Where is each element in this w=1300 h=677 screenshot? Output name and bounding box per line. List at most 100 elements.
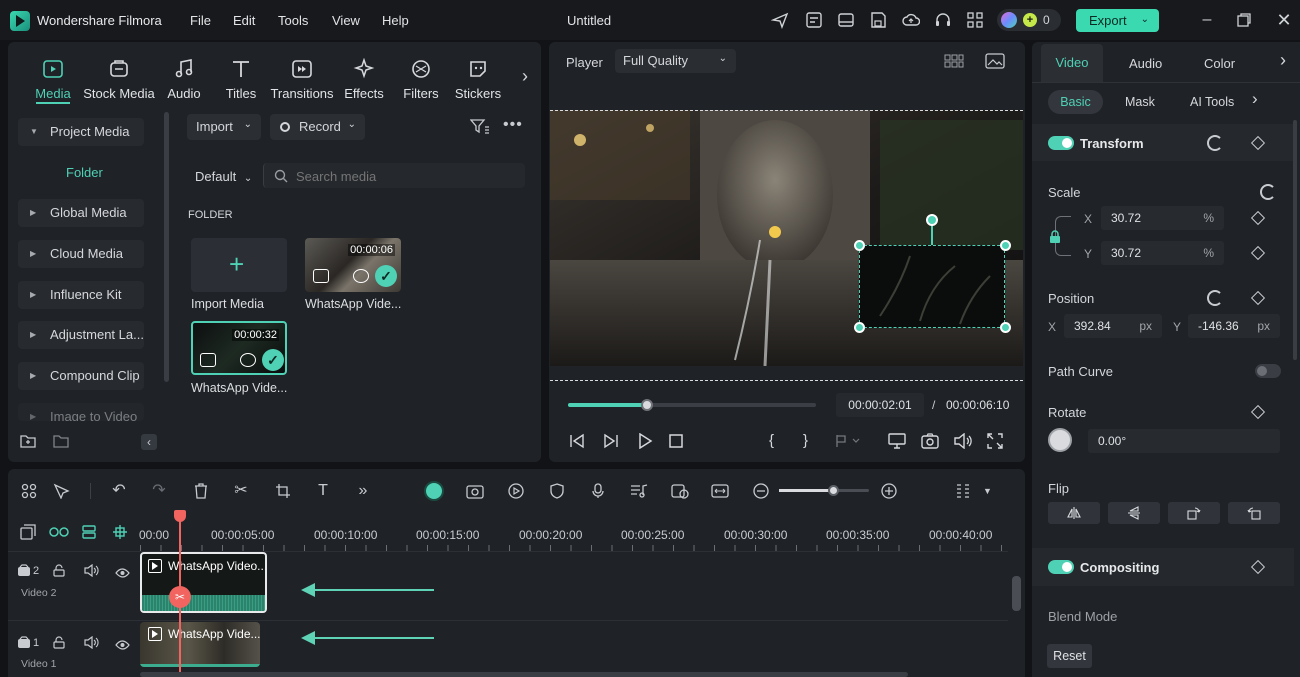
tab-color[interactable]: Color bbox=[1204, 56, 1235, 71]
search-input[interactable] bbox=[296, 167, 516, 185]
sidebar-item-cloud-media[interactable]: ▶ Cloud Media bbox=[18, 240, 144, 268]
mark-in-icon[interactable]: { bbox=[769, 432, 774, 449]
quality-dropdown[interactable]: Full Quality ⌄ bbox=[615, 49, 736, 73]
track-visibility-eye-icon[interactable] bbox=[115, 566, 130, 581]
rotate-counterclockwise-button[interactable] bbox=[1228, 502, 1280, 524]
lock-track-icon[interactable] bbox=[53, 564, 65, 580]
delete-trash-icon[interactable] bbox=[191, 483, 211, 499]
redo-icon[interactable]: ↷ bbox=[149, 483, 169, 499]
sidebar-item-project-media[interactable]: ▼ Project Media bbox=[18, 118, 144, 146]
export-button[interactable]: Export ⌄ bbox=[1076, 9, 1159, 32]
zoom-slider-knob[interactable] bbox=[828, 485, 839, 496]
audio-list-icon[interactable] bbox=[629, 483, 649, 499]
flip-vertical-button[interactable] bbox=[1108, 502, 1160, 524]
menu-file[interactable]: File bbox=[190, 13, 211, 28]
resize-handle-br[interactable] bbox=[1000, 322, 1011, 333]
reset-icon[interactable] bbox=[1260, 184, 1276, 200]
reset-button[interactable]: Reset bbox=[1047, 644, 1092, 668]
transform-toggle[interactable] bbox=[1048, 136, 1074, 150]
resize-handle-bl[interactable] bbox=[854, 322, 865, 333]
sidebar-item-compound-clip[interactable]: ▶ Compound Clip bbox=[18, 362, 144, 390]
position-y-field[interactable]: -146.36 px bbox=[1188, 314, 1280, 338]
overlay-clip-selection[interactable] bbox=[859, 245, 1005, 328]
tab-transitions[interactable]: Transitions bbox=[270, 58, 334, 101]
zoom-in-icon[interactable] bbox=[879, 483, 899, 499]
lock-icon[interactable] bbox=[1049, 230, 1061, 246]
split-marker-icon[interactable]: ✂ bbox=[169, 586, 191, 608]
layout-icon[interactable] bbox=[837, 11, 855, 29]
play-icon[interactable] bbox=[637, 432, 653, 452]
grid-view-icon[interactable] bbox=[944, 54, 964, 71]
menu-view[interactable]: View bbox=[332, 13, 360, 28]
tab-video[interactable]: Video bbox=[1041, 44, 1103, 82]
reset-icon[interactable] bbox=[1207, 135, 1223, 151]
tab-stickers[interactable]: Stickers bbox=[446, 58, 510, 101]
credits-pill[interactable]: + 0 bbox=[997, 9, 1061, 31]
microphone-icon[interactable] bbox=[588, 483, 608, 499]
path-curve-toggle[interactable] bbox=[1255, 364, 1281, 378]
stop-icon[interactable] bbox=[669, 434, 683, 451]
collapse-sidebar-button[interactable]: ‹ bbox=[141, 434, 157, 450]
sort-dropdown[interactable]: Default ⌄ bbox=[195, 169, 252, 184]
ai-mate-icon[interactable] bbox=[424, 481, 444, 501]
mark-out-icon[interactable]: } bbox=[803, 432, 808, 449]
panel-scrollbar[interactable] bbox=[1293, 120, 1297, 360]
crop-icon[interactable] bbox=[273, 483, 293, 499]
new-folder-icon[interactable] bbox=[20, 434, 36, 451]
filter-sort-icon[interactable] bbox=[469, 118, 490, 137]
chevron-down-icon[interactable]: ▼ bbox=[983, 486, 992, 496]
rotate-field[interactable]: 0.00° bbox=[1088, 429, 1280, 453]
next-frame-icon[interactable] bbox=[603, 433, 619, 452]
timeline-layout-icon[interactable] bbox=[953, 483, 973, 499]
media-thumbnail[interactable]: 00:00:06 ✓ bbox=[305, 238, 401, 292]
reset-icon[interactable] bbox=[1207, 290, 1223, 306]
auto-reframe-icon[interactable] bbox=[670, 483, 690, 499]
track-volume-icon[interactable] bbox=[84, 635, 99, 652]
tab-stock-media[interactable]: Stock Media bbox=[83, 58, 155, 101]
timeline-vertical-scrollbar[interactable] bbox=[1012, 576, 1021, 611]
sidebar-item-adjustment-layer[interactable]: ▶ Adjustment La... bbox=[18, 321, 144, 349]
speed-icon[interactable] bbox=[506, 483, 526, 499]
previous-frame-icon[interactable] bbox=[569, 433, 585, 452]
checklist-icon[interactable] bbox=[805, 11, 823, 29]
sidebar-item-global-media[interactable]: ▶ Global Media bbox=[18, 199, 144, 227]
track-volume-icon[interactable] bbox=[84, 563, 99, 580]
subtab-ai-tools[interactable]: AI Tools bbox=[1190, 95, 1234, 109]
tab-audio[interactable]: Audio bbox=[152, 58, 216, 101]
tabs-next-icon[interactable]: › bbox=[1280, 50, 1286, 71]
lock-track-icon[interactable] bbox=[53, 636, 65, 652]
split-scissors-icon[interactable]: ✂ bbox=[231, 483, 251, 499]
subtabs-next-icon[interactable]: › bbox=[1252, 89, 1258, 109]
snap-icon[interactable] bbox=[112, 524, 128, 543]
tab-effects[interactable]: Effects bbox=[332, 58, 396, 101]
record-button[interactable]: Record ⌄ bbox=[270, 114, 365, 140]
resize-handle-tl[interactable] bbox=[854, 240, 865, 251]
restore-icon[interactable] bbox=[1235, 11, 1253, 29]
timeline-horizontal-scrollbar[interactable] bbox=[140, 672, 908, 677]
compositing-toggle[interactable] bbox=[1048, 560, 1074, 574]
marker-flag-icon[interactable] bbox=[835, 434, 861, 451]
zoom-out-icon[interactable] bbox=[751, 483, 771, 499]
resize-handle-tr[interactable] bbox=[1000, 240, 1011, 251]
import-button[interactable]: Import ⌄ bbox=[187, 114, 261, 140]
snapshot-image-icon[interactable] bbox=[985, 53, 1005, 72]
layout-grid-icon[interactable] bbox=[19, 483, 39, 499]
menu-tools[interactable]: Tools bbox=[278, 13, 308, 28]
minimize-icon[interactable]: – bbox=[1198, 11, 1216, 29]
sidebar-scrollbar[interactable] bbox=[164, 112, 169, 382]
tab-media[interactable]: Media bbox=[21, 58, 85, 101]
scale-y-field[interactable]: 30.72% bbox=[1101, 241, 1224, 265]
headset-support-icon[interactable] bbox=[934, 11, 952, 29]
undo-icon[interactable]: ↶ bbox=[109, 483, 129, 499]
scale-x-field[interactable]: 30.72% bbox=[1101, 206, 1224, 230]
rotate-clockwise-button[interactable] bbox=[1168, 502, 1220, 524]
more-tools-icon[interactable]: » bbox=[353, 483, 373, 499]
text-tool-icon[interactable]: T bbox=[313, 483, 333, 499]
sidebar-item-folder[interactable]: Folder bbox=[66, 165, 103, 180]
link-clips-icon[interactable] bbox=[49, 525, 69, 542]
rotate-dial[interactable] bbox=[1048, 428, 1072, 452]
tab-titles[interactable]: Titles bbox=[209, 58, 273, 101]
playback-progress-track[interactable] bbox=[568, 399, 816, 411]
fit-timeline-icon[interactable] bbox=[710, 483, 730, 499]
tabs-scroll-right-icon[interactable]: › bbox=[522, 66, 528, 87]
